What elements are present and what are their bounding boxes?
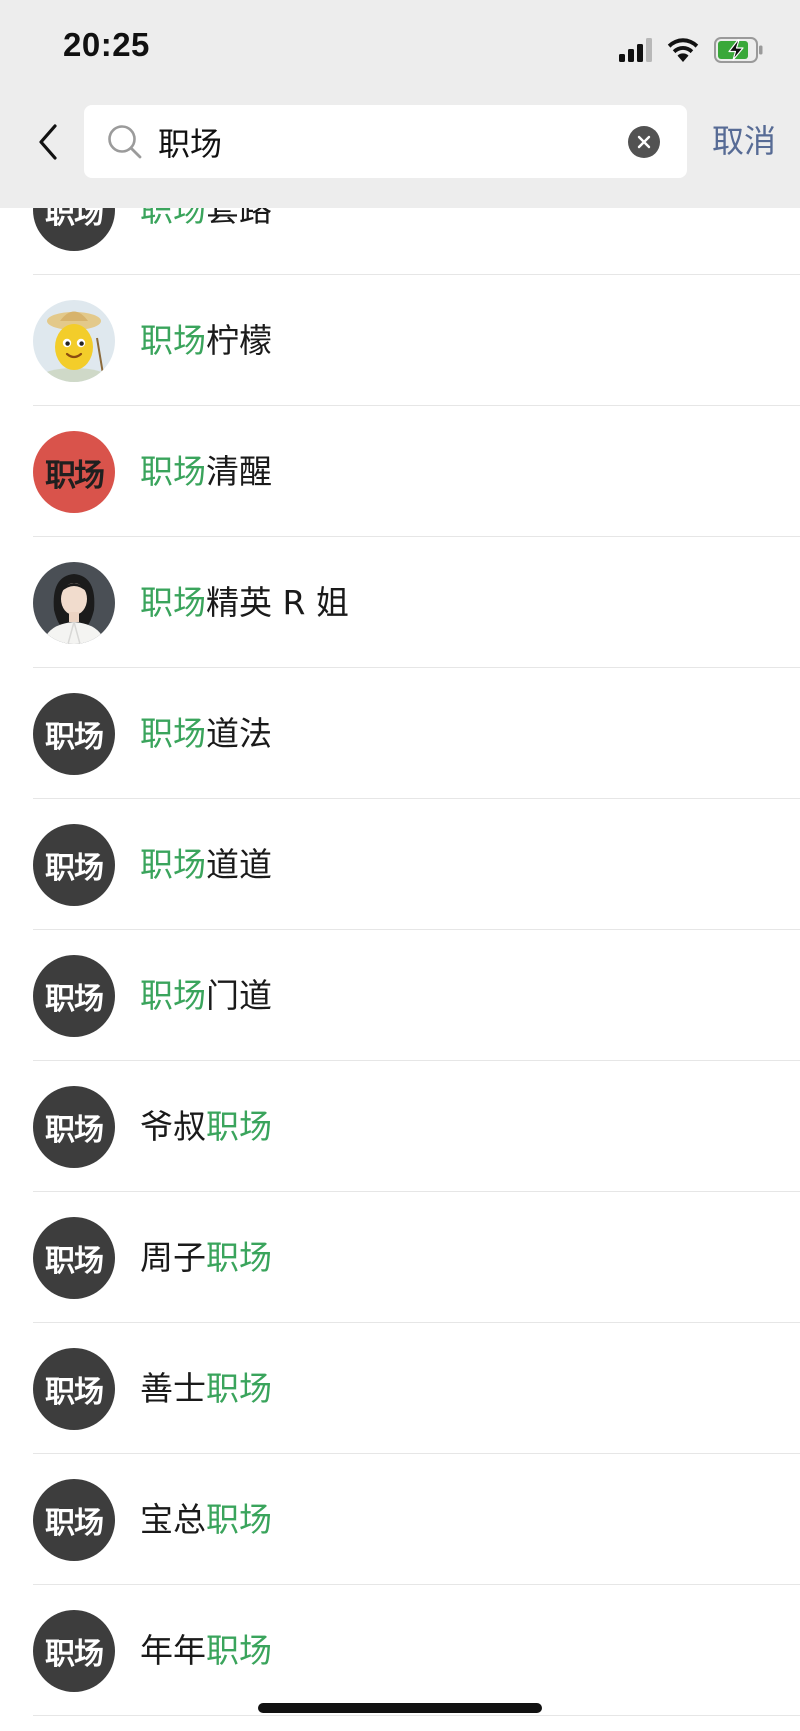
avatar: 职场 — [33, 1610, 115, 1692]
result-name-prefix: 善士 — [140, 1369, 206, 1408]
search-result-item[interactable]: 职场 职场门道 — [0, 930, 800, 1061]
search-box[interactable] — [84, 105, 687, 178]
cellular-signal-icon — [619, 38, 652, 62]
clear-icon — [637, 135, 651, 149]
avatar-text: 职场 — [45, 1375, 104, 1410]
avatar: 职场 — [33, 1217, 115, 1299]
result-name-prefix: 宝总 — [140, 1500, 206, 1539]
search-result-item[interactable]: 职场 职场道法 — [0, 668, 800, 799]
avatar: 职场 — [33, 1348, 115, 1430]
avatar-text: 职场 — [45, 1244, 104, 1279]
result-name-match-highlight: 职场 — [206, 1369, 272, 1408]
chevron-left-icon — [39, 124, 57, 160]
result-name-match-highlight: 职场 — [206, 1107, 272, 1146]
portrait-avatar-image — [33, 562, 115, 644]
result-name-match-highlight: 职场 — [206, 1631, 272, 1670]
mascot-avatar-image — [33, 300, 115, 382]
result-name-match-highlight: 职场 — [140, 714, 206, 753]
result-name-match-highlight: 职场 — [140, 583, 206, 622]
row-divider — [33, 1715, 800, 1716]
wifi-icon — [667, 38, 699, 62]
avatar-text: 职场 — [45, 720, 104, 755]
search-header: 20:25 职场 取消 — [0, 0, 800, 208]
clear-search-button[interactable] — [628, 126, 660, 158]
search-result-item[interactable]: 职场 职场道道 — [0, 799, 800, 930]
result-name-suffix: 柠檬 — [206, 321, 272, 360]
avatar: 职场 — [33, 824, 115, 906]
avatar-text: 职场 — [45, 1506, 104, 1541]
result-name: 职场柠檬 — [140, 319, 272, 363]
result-name-suffix: 道法 — [206, 714, 272, 753]
result-name-match-highlight: 职场 — [140, 976, 206, 1015]
result-name-suffix: 道道 — [206, 845, 272, 884]
result-name-suffix: 清醒 — [206, 452, 272, 491]
search-result-item[interactable]: 职场 宝总职场 — [0, 1454, 800, 1585]
avatar-text: 职场 — [45, 457, 105, 494]
avatar-text: 职场 — [45, 1113, 104, 1148]
search-result-item[interactable]: 职场 爷叔职场 — [0, 1061, 800, 1192]
battery-charging-icon — [714, 37, 763, 63]
avatar: 职场 — [33, 1086, 115, 1168]
result-name-match-highlight: 职场 — [206, 1238, 272, 1277]
avatar-text: 职场 — [45, 982, 104, 1017]
search-icon — [108, 125, 142, 159]
avatar: 职场 — [33, 1479, 115, 1561]
result-name-match-highlight: 职场 — [140, 321, 206, 360]
search-result-item[interactable]: 职场精英 R 姐 — [0, 537, 800, 668]
result-name-prefix: 周子 — [140, 1238, 206, 1277]
result-name-prefix: 爷叔 — [140, 1107, 206, 1146]
result-name-suffix: 精英 R 姐 — [206, 583, 349, 622]
avatar: 职场 — [33, 431, 115, 513]
cancel-button[interactable]: 取消 — [712, 116, 776, 162]
result-name: 职场门道 — [140, 974, 272, 1018]
result-name: 职场精英 R 姐 — [140, 581, 349, 625]
avatar — [33, 562, 115, 644]
result-name: 职场道道 — [140, 843, 272, 887]
status-icons — [619, 34, 764, 66]
result-name-prefix: 年年 — [140, 1631, 206, 1670]
search-result-item[interactable]: 职场 善士职场 — [0, 1323, 800, 1454]
search-result-item[interactable]: 职场 职场清醒 — [0, 406, 800, 537]
result-name: 周子职场 — [140, 1236, 272, 1280]
home-indicator — [258, 1703, 542, 1713]
avatar — [33, 300, 115, 382]
result-name: 职场道法 — [140, 712, 272, 756]
result-name: 宝总职场 — [140, 1498, 272, 1542]
avatar-text: 职场 — [45, 851, 104, 886]
search-results-list: 职场 职场套路 职场柠檬 职场 职场清醒 职场精英 R 姐职场 职场道法 职场 职场道道 职场 职场… — [0, 144, 800, 1716]
search-result-item[interactable]: 职场柠檬 — [0, 275, 800, 406]
avatar: 职场 — [33, 955, 115, 1037]
result-name-match-highlight: 职场 — [140, 452, 206, 491]
result-name: 年年职场 — [140, 1629, 272, 1673]
result-name-match-highlight: 职场 — [140, 845, 206, 884]
result-name: 善士职场 — [140, 1367, 272, 1411]
search-result-item[interactable]: 职场 年年职场 — [0, 1585, 800, 1716]
back-button[interactable] — [28, 112, 68, 172]
search-input[interactable] — [158, 115, 598, 169]
avatar-text: 职场 — [45, 1637, 104, 1672]
result-name-match-highlight: 职场 — [206, 1500, 272, 1539]
avatar: 职场 — [33, 693, 115, 775]
status-time: 20:25 — [63, 26, 150, 63]
search-result-item[interactable]: 职场 周子职场 — [0, 1192, 800, 1323]
result-name-suffix: 门道 — [206, 976, 272, 1015]
result-name: 职场清醒 — [140, 450, 272, 494]
result-name: 爷叔职场 — [140, 1105, 272, 1149]
